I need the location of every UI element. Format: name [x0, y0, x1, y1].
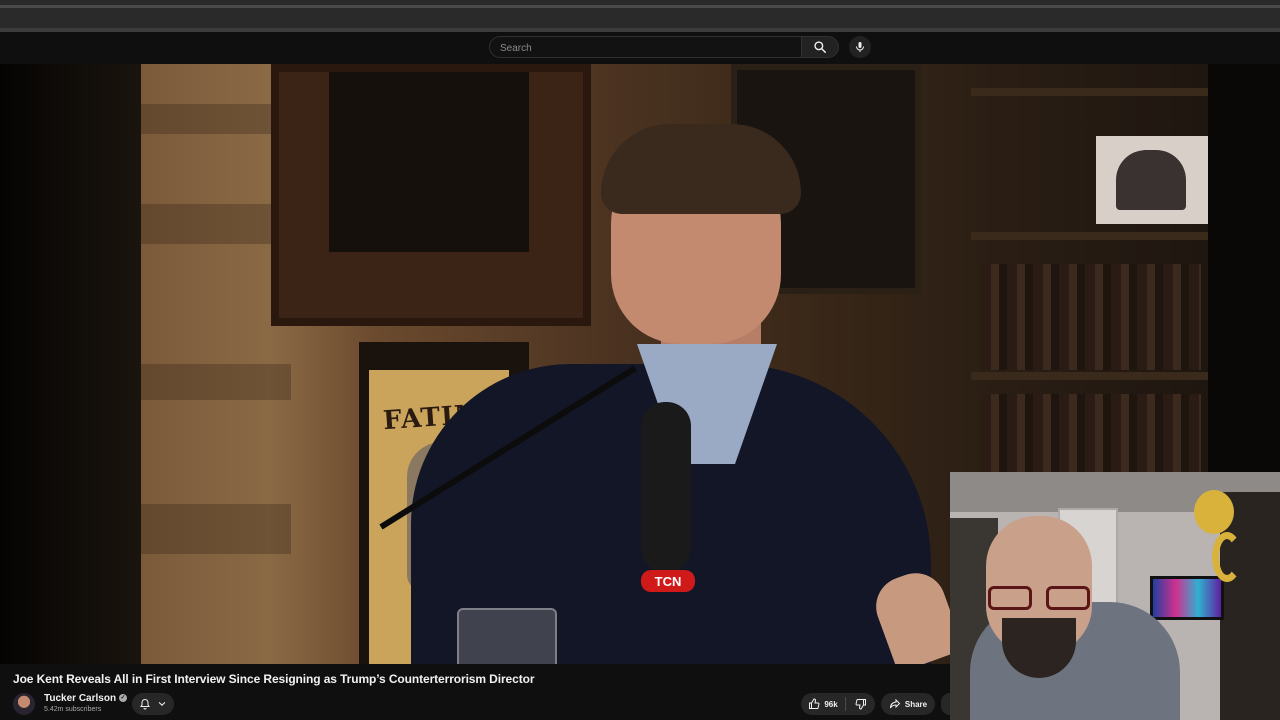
books — [981, 394, 1201, 474]
verified-checkmark-icon: ✓ — [119, 694, 128, 703]
bookshelf — [971, 372, 1208, 380]
podcast-microphone — [641, 402, 691, 572]
host-hair — [601, 124, 801, 214]
channel-avatar[interactable] — [13, 693, 35, 715]
gold-balloon — [1194, 490, 1234, 534]
search-icon — [814, 41, 827, 54]
wood-plank — [141, 204, 291, 244]
dislike-button[interactable] — [847, 693, 875, 715]
channel-name: Tucker Carlson — [44, 693, 117, 704]
letterbox-left — [0, 64, 141, 664]
webcam-overlay — [950, 472, 1280, 720]
shelf-photo — [1096, 136, 1208, 224]
webcam-tv-screen — [1150, 576, 1224, 620]
bookshelf — [971, 232, 1208, 240]
search-box[interactable] — [489, 36, 801, 59]
video-title: Joe Kent Reveals All in First Interview … — [13, 672, 535, 686]
like-dislike-group: 96k — [801, 693, 875, 715]
search-input[interactable] — [498, 37, 792, 59]
streamer-glasses — [988, 586, 1090, 610]
channel-name-link[interactable]: Tucker Carlson ✓ — [44, 693, 128, 704]
wood-plank — [141, 104, 291, 134]
microphone-icon — [856, 42, 864, 52]
masthead — [0, 32, 1280, 64]
share-arrow-icon — [889, 698, 901, 709]
subscriber-count: 5.42m subscribers — [44, 706, 102, 713]
chevron-down-icon — [158, 701, 166, 707]
thumbs-up-icon — [809, 698, 820, 709]
voice-search-button[interactable] — [849, 36, 871, 58]
bell-icon — [140, 698, 150, 710]
like-count: 96k — [824, 699, 838, 709]
gold-balloon — [1212, 532, 1242, 582]
browser-tab-strip — [0, 5, 1280, 8]
search-button[interactable] — [801, 36, 839, 58]
like-button[interactable]: 96k — [801, 693, 845, 715]
tcn-logo-badge: TCN — [641, 570, 695, 592]
notification-bell-button[interactable] — [132, 693, 174, 715]
share-label: Share — [904, 699, 928, 709]
browser-chrome — [0, 0, 1280, 32]
more-actions-button[interactable] — [941, 693, 950, 715]
water-glass — [457, 608, 557, 664]
bookshelf — [971, 88, 1208, 96]
wood-plank — [141, 364, 291, 400]
share-button[interactable]: Share — [881, 693, 935, 715]
wood-plank — [141, 504, 291, 554]
books — [981, 264, 1201, 370]
wall-picture-frame — [271, 64, 591, 326]
thumbs-down-icon — [855, 699, 866, 710]
like-divider — [845, 697, 846, 711]
